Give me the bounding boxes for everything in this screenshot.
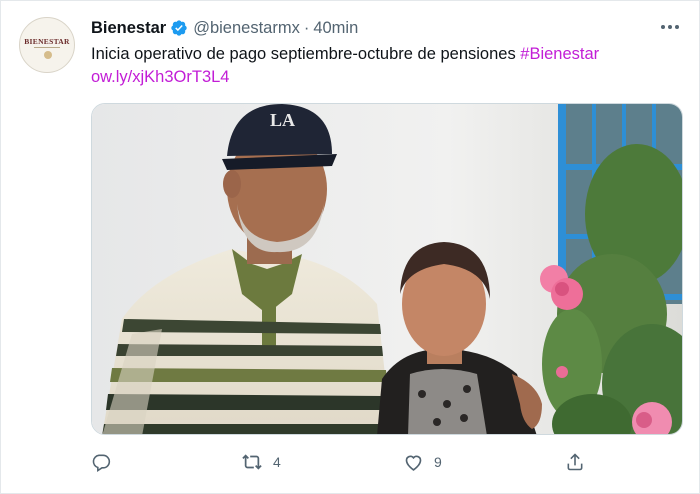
share-icon: [565, 452, 585, 472]
retweet-button[interactable]: 4: [241, 449, 281, 475]
avatar[interactable]: BIENESTAR: [19, 17, 75, 73]
separator-dot: ·: [303, 18, 310, 37]
tweet-actions: 4 9: [91, 449, 591, 475]
like-count: 9: [434, 454, 442, 470]
tweet-text: Inicia operativo de pago septiembre-octu…: [91, 43, 683, 89]
photo-couple-illustration: LA: [92, 104, 682, 434]
url-link[interactable]: ow.ly/xjKh3OrT3L4: [91, 68, 229, 86]
avatar-logo-divider: [34, 47, 60, 48]
reply-icon: [91, 452, 111, 472]
avatar-logo-text: BIENESTAR: [24, 37, 70, 46]
more-options-icon[interactable]: [659, 19, 681, 35]
reply-button[interactable]: [91, 449, 111, 475]
hashtag-link[interactable]: #Bienestar: [520, 45, 599, 63]
verified-badge-icon: [170, 19, 188, 37]
like-button[interactable]: 9: [403, 449, 442, 475]
tweet-text-plain: Inicia operativo de pago septiembre-octu…: [91, 45, 521, 63]
share-button[interactable]: [565, 449, 585, 475]
tweet-card[interactable]: BIENESTAR Bienestar @bienestarmx · 40min…: [0, 0, 700, 494]
tweet-image[interactable]: LA: [91, 103, 683, 435]
user-handle[interactable]: @bienestarmx: [193, 19, 300, 38]
timestamp[interactable]: 40min: [313, 19, 358, 38]
tweet-header: Bienestar @bienestarmx · 40min: [91, 17, 358, 39]
display-name[interactable]: Bienestar: [91, 19, 166, 38]
retweet-icon: [241, 452, 263, 472]
retweet-count: 4: [273, 454, 281, 470]
svg-text:LA: LA: [270, 110, 295, 130]
avatar-seal-icon: [44, 51, 52, 59]
heart-icon: [403, 452, 424, 472]
